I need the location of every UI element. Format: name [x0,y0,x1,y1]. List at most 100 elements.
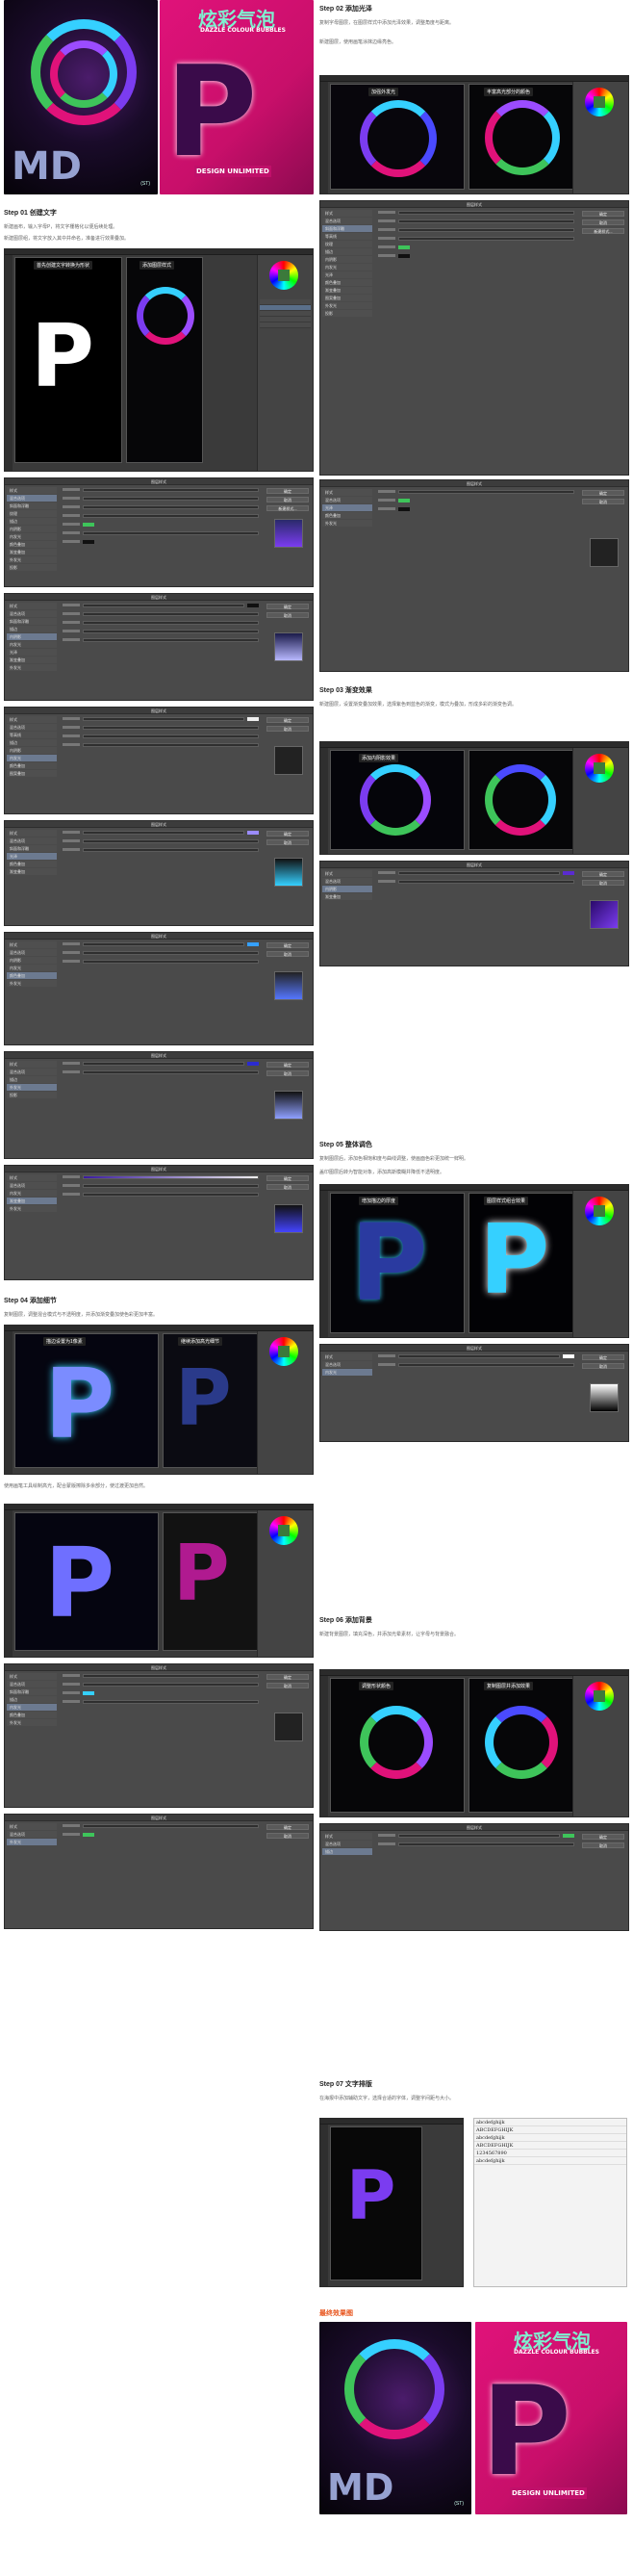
dialog-item[interactable]: 内阴影 [7,747,57,754]
dialog-item[interactable]: 内发光 [7,533,57,540]
cancel-button[interactable]: 取消 [266,497,309,502]
cancel-button[interactable]: 取消 [582,880,624,886]
dialog-item[interactable]: 混合选项 [7,837,57,844]
cancel-button[interactable]: 取消 [582,1842,624,1848]
dialog-item[interactable]: 颜色叠加 [7,762,57,769]
dialog-item[interactable]: 斜面和浮雕 [7,1688,57,1695]
ok-button[interactable]: 确定 [266,1824,309,1830]
dialog-item[interactable]: 混合选项 [7,610,57,617]
dialog-item[interactable]: 内阴影 [7,957,57,964]
dialog-item[interactable]: 颜色叠加 [7,541,57,548]
dialog-item[interactable]: 外发光 [7,1084,57,1091]
dialog-item[interactable]: 混合选项 [7,1831,57,1838]
dialog-item[interactable]: 等高线 [322,233,372,240]
dialog-item[interactable]: 混合选项 [7,1681,57,1687]
dialog-item[interactable]: 颜色叠加 [322,512,372,519]
dialog-item[interactable]: 投影 [322,310,372,317]
dialog-item[interactable]: 描边 [7,626,57,632]
cancel-button[interactable]: 取消 [266,612,309,618]
color-wheel-icon[interactable] [269,261,298,290]
color-wheel-icon[interactable] [585,88,614,116]
cancel-button[interactable]: 取消 [266,1070,309,1076]
ok-button[interactable]: 确定 [266,717,309,723]
dialog-item[interactable]: 纹理 [7,510,57,517]
dialog-item[interactable]: 内发光 [7,755,57,761]
dialog-item[interactable]: 渐变叠加 [7,657,57,663]
color-wheel-icon[interactable] [269,1516,298,1545]
ok-button[interactable]: 确定 [266,1674,309,1680]
dialog-item[interactable]: 混合选项 [7,1182,57,1189]
color-wheel-icon[interactable] [585,754,614,783]
dialog-item[interactable]: 外发光 [7,1839,57,1845]
dialog-item[interactable]: 内阴影 [322,886,372,892]
dialog-item[interactable]: 图案叠加 [322,295,372,301]
dialog-item[interactable]: 渐变叠加 [7,1198,57,1204]
color-wheel-icon[interactable] [269,1337,298,1366]
dialog-item[interactable]: 渐变叠加 [322,287,372,294]
ok-button[interactable]: 确定 [582,1354,624,1360]
dialog-item[interactable]: 样式 [7,487,57,494]
dialog-item[interactable]: 描边 [322,1848,372,1855]
dialog-item[interactable]: 斜面和浮雕 [7,845,57,852]
color-wheel-icon[interactable] [585,1682,614,1711]
dialog-item[interactable]: 投影 [7,564,57,571]
dialog-item[interactable]: 外发光 [7,556,57,563]
ok-button[interactable]: 确定 [266,831,309,837]
dialog-item[interactable]: 颜色叠加 [322,279,372,286]
dialog-item[interactable]: 颜色叠加 [7,1712,57,1718]
dialog-item[interactable]: 描边 [7,739,57,746]
dialog-item[interactable]: 渐变叠加 [322,893,372,900]
dialog-item[interactable]: 斜面和浮雕 [7,502,57,509]
dialog-item[interactable]: 外发光 [7,980,57,987]
cancel-button[interactable]: 取消 [266,1833,309,1839]
dialog-item[interactable]: 内阴影 [322,256,372,263]
dialog-item[interactable]: 描边 [7,1696,57,1703]
dialog-item[interactable]: 混合选项 [322,1361,372,1368]
dialog-item[interactable]: 渐变叠加 [7,868,57,875]
ok-button[interactable]: 确定 [582,490,624,496]
ok-button[interactable]: 确定 [266,488,309,494]
dialog-item[interactable]: 光泽 [322,271,372,278]
dialog-item[interactable]: 外发光 [322,520,372,527]
dialog-item[interactable]: 内阴影 [7,526,57,532]
dialog-item[interactable]: 光泽 [7,649,57,656]
new-style-button[interactable]: 新建样式... [266,505,309,511]
dialog-item[interactable]: 样式 [7,1823,57,1830]
dialog-item[interactable]: 外发光 [7,1205,57,1212]
dialog-item[interactable]: 混合选项 [7,724,57,731]
dialog-item[interactable]: 等高线 [7,732,57,738]
dialog-item[interactable]: 内发光 [322,264,372,270]
ok-button[interactable]: 确定 [582,211,624,217]
cancel-button[interactable]: 取消 [266,726,309,732]
dialog-item[interactable]: 外发光 [7,1719,57,1726]
dialog-item[interactable]: 样式 [7,1673,57,1680]
cancel-button[interactable]: 取消 [582,499,624,504]
dialog-item[interactable]: 混合选项 [322,497,372,503]
dialog-item[interactable]: 混合选项 [7,495,57,502]
cancel-button[interactable]: 取消 [266,1184,309,1190]
new-style-button[interactable]: 新建样式... [582,228,624,234]
dialog-item[interactable]: 内发光 [7,1704,57,1711]
color-wheel-icon[interactable] [585,1197,614,1225]
dialog-item[interactable]: 外发光 [322,302,372,309]
dialog-item[interactable]: 样式 [7,1174,57,1181]
dialog-item[interactable]: 样式 [322,1353,372,1360]
dialog-item[interactable]: 内发光 [322,1369,372,1376]
dialog-item[interactable]: 样式 [7,830,57,837]
dialog-item[interactable]: 颜色叠加 [7,861,57,867]
cancel-button[interactable]: 取消 [266,1683,309,1688]
dialog-item[interactable]: 样式 [7,941,57,948]
ok-button[interactable]: 确定 [266,1175,309,1181]
dialog-item[interactable]: 样式 [322,1833,372,1840]
dialog-item[interactable]: 样式 [322,489,372,496]
ok-button[interactable]: 确定 [266,942,309,948]
dialog-item[interactable]: 样式 [7,603,57,609]
dialog-item[interactable]: 颜色叠加 [7,972,57,979]
cancel-button[interactable]: 取消 [582,219,624,225]
cancel-button[interactable]: 取消 [266,839,309,845]
dialog-item[interactable]: 描边 [7,518,57,525]
dialog-item[interactable]: 斜面和浮雕 [7,618,57,625]
dialog-item[interactable]: 样式 [322,210,372,217]
dialog-item[interactable]: 混合选项 [322,218,372,224]
dialog-item[interactable]: 外发光 [7,664,57,671]
